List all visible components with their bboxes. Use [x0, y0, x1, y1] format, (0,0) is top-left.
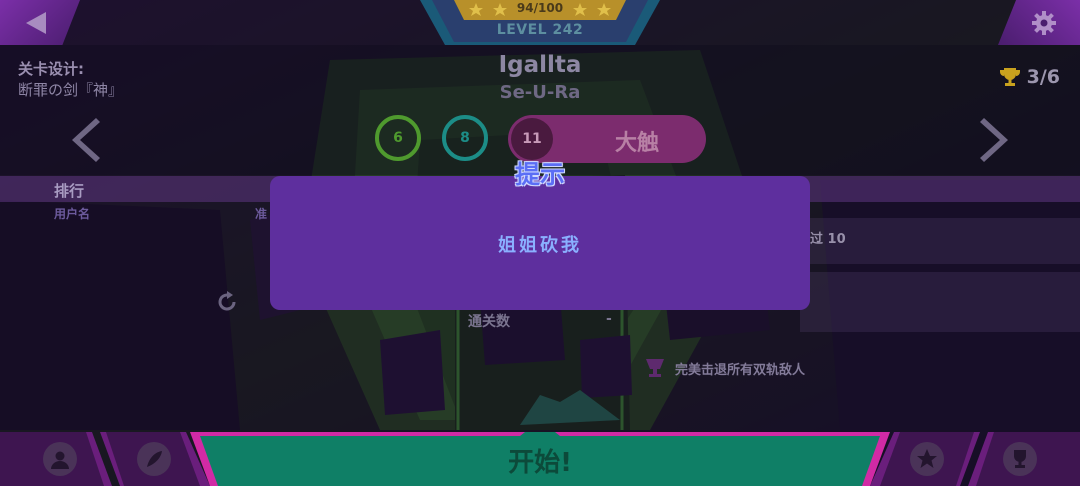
clears-label: 通关数 — [468, 314, 510, 330]
ranking-column-username: 用户名 — [54, 207, 91, 221]
achievements-button[interactable] — [1003, 442, 1037, 476]
mission-text-1: 过 10 — [810, 232, 846, 247]
mission-item-2: 完美击退所有双轨敌人 — [643, 357, 805, 379]
refresh-icon[interactable] — [215, 290, 239, 314]
trophy-counter: 3/6 — [999, 66, 1060, 88]
song-artist: Se-U-Ra — [499, 82, 581, 103]
difficulty-extreme-label: 大触 — [614, 131, 659, 156]
level-badge: 94/100 LEVEL 242 — [420, 0, 660, 45]
song-title: Igallta — [498, 52, 582, 78]
gear-icon[interactable] — [1030, 9, 1058, 37]
difficulty-extreme-level: 11 — [522, 131, 542, 147]
player-level-text: LEVEL 242 — [496, 22, 584, 38]
mission-row-2 — [800, 272, 1080, 332]
trophy-icon — [999, 68, 1020, 86]
difficulty-easy-level: 6 — [393, 130, 403, 146]
difficulty-hard-level: 8 — [460, 130, 470, 146]
trophy-count-text: 3/6 — [1026, 66, 1060, 88]
back-arrow-icon[interactable] — [22, 10, 52, 36]
favorites-button[interactable] — [910, 442, 944, 476]
level-progress-text: 94/100 — [516, 1, 564, 15]
cup-icon — [1014, 450, 1026, 468]
star-icon — [917, 449, 937, 468]
clears-value: - — [606, 311, 612, 327]
difficulty-extreme-badge: 11 — [511, 118, 553, 160]
cup-icon — [646, 359, 664, 377]
ranking-column-accuracy: 准 — [255, 207, 268, 221]
dialog-title: 提示 — [514, 160, 565, 189]
dialog-message: 姐姐砍我 — [498, 235, 582, 256]
bottom-right-nav — [870, 432, 1080, 486]
mission-text-2: 完美击退所有双轨敌人 — [675, 362, 806, 378]
